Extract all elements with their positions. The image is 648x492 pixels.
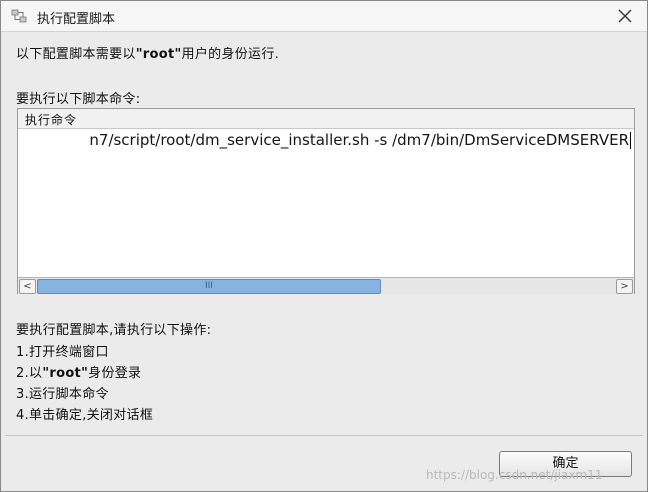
instructions-heading: 要执行配置脚本,请执行以下操作: <box>16 323 212 338</box>
button-bar-divider <box>5 435 643 436</box>
instruction-step-2: 2.以"root"身份登录 <box>16 362 141 381</box>
watermark-text: https://blog.csdn.net/jiaxm11 <box>426 468 603 482</box>
table-row[interactable]: n7/script/root/dm_service_installer.sh -… <box>18 129 634 151</box>
command-cell[interactable]: n7/script/root/dm_service_installer.sh -… <box>89 131 629 149</box>
scroll-right-button[interactable]: > <box>616 279 633 294</box>
scrollbar-thumb[interactable]: III <box>37 279 381 294</box>
description-user: "root" <box>135 47 182 62</box>
instruction-step-4: 4.单击确定,关闭对话框 <box>16 408 154 423</box>
instruction-step-3: 3.运行脚本命令 <box>16 387 109 402</box>
execute-config-script-dialog: 执行配置脚本 以下配置脚本需要以"root"用户的身份运行. 要执行以下脚本命令… <box>0 0 648 492</box>
run-as-description: 以下配置脚本需要以"root"用户的身份运行. <box>16 43 279 62</box>
script-config-icon <box>11 9 27 23</box>
instruction-step-1: 1.打开终端窗口 <box>16 345 109 360</box>
close-icon[interactable] <box>616 7 634 25</box>
window-title: 执行配置脚本 <box>37 12 116 27</box>
description-suffix: 用户的身份运行. <box>181 47 280 62</box>
table-header: 执行命令 <box>18 109 634 129</box>
commands-label: 要执行以下脚本命令: <box>16 92 141 107</box>
text-caret <box>630 132 631 149</box>
step2-prefix: 2.以 <box>16 366 43 381</box>
title-bar: 执行配置脚本 <box>1 1 647 32</box>
horizontal-scrollbar[interactable]: < III > <box>18 277 634 294</box>
description-prefix: 以下配置脚本需要以 <box>16 47 136 62</box>
step2-suffix: 身份登录 <box>88 366 142 381</box>
column-header-command: 执行命令 <box>25 113 78 127</box>
scrollbar-grip-icon: III <box>205 281 213 291</box>
scroll-left-button[interactable]: < <box>19 279 36 294</box>
command-table[interactable]: 执行命令 n7/script/root/dm_service_installer… <box>17 108 635 294</box>
step2-user: "root" <box>42 366 89 381</box>
